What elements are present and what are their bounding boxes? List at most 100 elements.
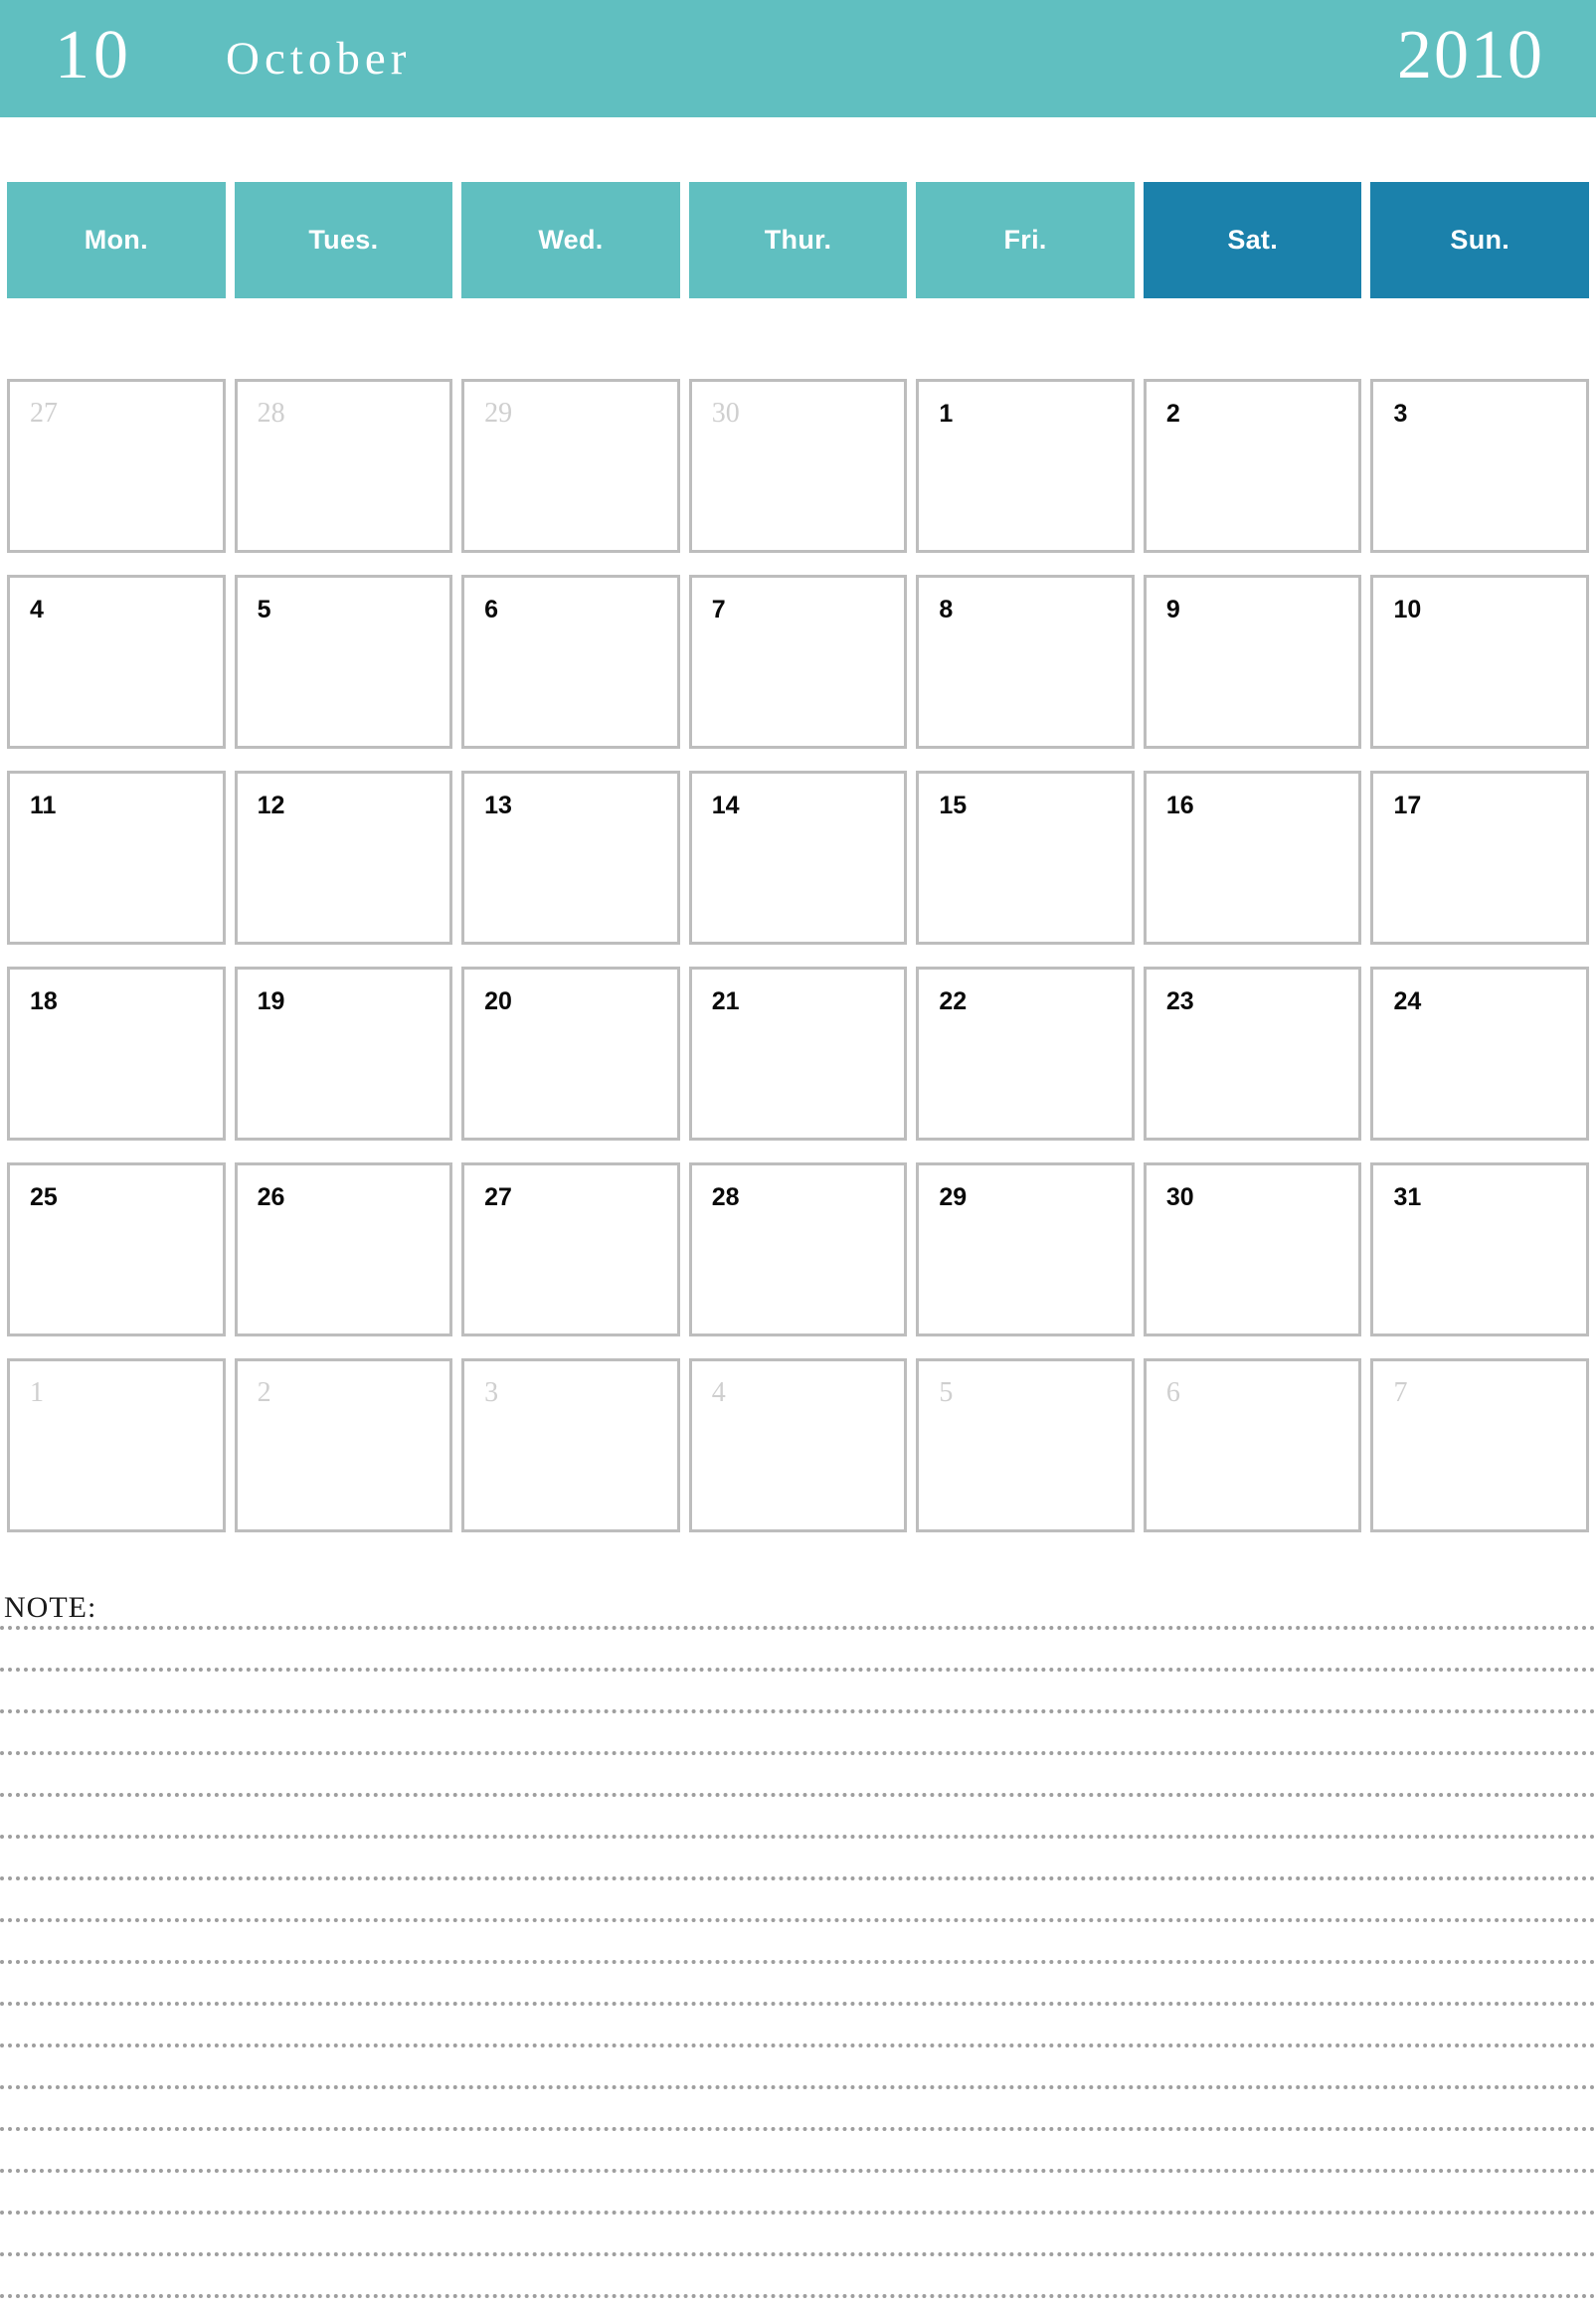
- date-number: 4: [30, 596, 44, 623]
- note-writing-line[interactable]: [0, 1918, 1596, 1922]
- date-cell[interactable]: 12: [234, 771, 453, 945]
- date-cell[interactable]: 28: [234, 379, 453, 553]
- date-number: 7: [711, 596, 726, 623]
- note-label: NOTE:: [4, 1591, 97, 1624]
- calendar-date-grid: 27 28 29 30 1 2 3 4 5 6 7 8 9 10 11 12 13 14 15 16 17 18 19 20 2…: [7, 379, 1590, 1554]
- calendar-week-row: 11 12 13 14 15 16 17: [7, 771, 1590, 945]
- date-cell[interactable]: 8: [916, 575, 1135, 749]
- calendar-page: 10 October 2010 Mon. Tues. Wed. Thur. Fri. Sa…: [0, 0, 1596, 2310]
- date-cell[interactable]: 27: [461, 1162, 680, 1336]
- note-writing-line[interactable]: [0, 1876, 1596, 1880]
- date-cell[interactable]: 30: [1143, 1162, 1362, 1336]
- date-cell[interactable]: 15: [916, 771, 1135, 945]
- date-number: 12: [257, 792, 285, 819]
- date-cell[interactable]: 26: [234, 1162, 453, 1336]
- date-cell[interactable]: 30: [688, 379, 908, 553]
- date-cell[interactable]: 17: [1370, 771, 1590, 945]
- date-cell[interactable]: 13: [461, 771, 680, 945]
- weekday-header-sat: Sat.: [1143, 182, 1362, 298]
- weekday-header-wed: Wed.: [461, 182, 680, 298]
- weekday-label: Tues.: [308, 225, 379, 255]
- date-cell[interactable]: 16: [1143, 771, 1362, 945]
- date-cell[interactable]: 10: [1370, 575, 1590, 749]
- date-number: 18: [30, 987, 58, 1015]
- note-writing-line[interactable]: [0, 1626, 1596, 1630]
- date-number: 31: [1393, 1183, 1422, 1211]
- date-number: 10: [1393, 596, 1422, 623]
- date-cell[interactable]: 29: [461, 379, 680, 553]
- date-cell[interactable]: 7: [1370, 1358, 1590, 1532]
- note-writing-line[interactable]: [0, 2211, 1596, 2215]
- date-cell[interactable]: 31: [1370, 1162, 1590, 1336]
- date-number: 16: [1165, 792, 1194, 819]
- date-cell[interactable]: 25: [7, 1162, 226, 1336]
- calendar-week-row: 1 2 3 4 5 6 7: [7, 1358, 1590, 1532]
- note-writing-line[interactable]: [0, 2169, 1596, 2173]
- date-cell[interactable]: 4: [7, 575, 226, 749]
- date-cell[interactable]: 4: [688, 1358, 908, 1532]
- date-cell[interactable]: 29: [916, 1162, 1135, 1336]
- note-writing-line[interactable]: [0, 1751, 1596, 1755]
- date-cell[interactable]: 6: [1143, 1358, 1362, 1532]
- date-cell[interactable]: 27: [7, 379, 226, 553]
- weekday-label: Sat.: [1227, 225, 1279, 255]
- note-writing-line[interactable]: [0, 1793, 1596, 1797]
- note-writing-line[interactable]: [0, 1960, 1596, 1964]
- date-cell[interactable]: 18: [7, 967, 226, 1141]
- date-cell[interactable]: 9: [1143, 575, 1362, 749]
- note-writing-line[interactable]: [0, 2085, 1596, 2089]
- date-cell[interactable]: 24: [1370, 967, 1590, 1141]
- date-cell[interactable]: 22: [916, 967, 1135, 1141]
- date-cell[interactable]: 1: [7, 1358, 226, 1532]
- date-number: 3: [1393, 400, 1408, 428]
- month-name: October: [226, 33, 412, 85]
- note-writing-line[interactable]: [0, 1835, 1596, 1839]
- calendar-title-banner: 10 October 2010: [0, 0, 1596, 117]
- date-number: 19: [257, 987, 285, 1015]
- date-number: 2: [257, 1377, 271, 1408]
- weekday-label: Fri.: [1003, 225, 1047, 255]
- date-cell[interactable]: 7: [688, 575, 908, 749]
- date-number: 24: [1393, 987, 1422, 1015]
- date-cell[interactable]: 1: [916, 379, 1135, 553]
- year-label: 2010: [1397, 17, 1544, 93]
- date-number: 8: [939, 596, 954, 623]
- date-number: 22: [939, 987, 968, 1015]
- weekday-label: Thur.: [764, 225, 832, 255]
- weekday-label: Mon.: [84, 225, 148, 255]
- date-number: 11: [30, 792, 57, 819]
- date-cell[interactable]: 5: [234, 575, 453, 749]
- date-cell[interactable]: 5: [916, 1358, 1135, 1532]
- weekday-header-thur: Thur.: [688, 182, 908, 298]
- note-writing-line[interactable]: [0, 1668, 1596, 1672]
- date-cell[interactable]: 19: [234, 967, 453, 1141]
- date-number: 9: [1165, 596, 1180, 623]
- date-cell[interactable]: 6: [461, 575, 680, 749]
- date-cell[interactable]: 28: [688, 1162, 908, 1336]
- date-number: 29: [939, 1183, 968, 1211]
- date-number: 5: [939, 1377, 954, 1408]
- note-writing-line[interactable]: [0, 2252, 1596, 2256]
- date-cell[interactable]: 23: [1143, 967, 1362, 1141]
- date-number: 17: [1393, 792, 1422, 819]
- date-cell[interactable]: 3: [461, 1358, 680, 1532]
- note-writing-line[interactable]: [0, 2127, 1596, 2131]
- date-number: 30: [1165, 1183, 1194, 1211]
- date-cell[interactable]: 11: [7, 771, 226, 945]
- weekday-header-sun: Sun.: [1370, 182, 1590, 298]
- date-cell[interactable]: 14: [688, 771, 908, 945]
- note-writing-line[interactable]: [0, 2043, 1596, 2047]
- note-lines[interactable]: [0, 1626, 1596, 2310]
- date-cell[interactable]: 2: [1143, 379, 1362, 553]
- note-writing-line[interactable]: [0, 2002, 1596, 2006]
- date-number: 28: [711, 1183, 740, 1211]
- date-number: 5: [257, 596, 271, 623]
- date-cell[interactable]: 20: [461, 967, 680, 1141]
- note-writing-line[interactable]: [0, 1709, 1596, 1713]
- date-cell[interactable]: 3: [1370, 379, 1590, 553]
- note-writing-line[interactable]: [0, 2294, 1596, 2298]
- date-cell[interactable]: 2: [234, 1358, 453, 1532]
- date-number: 1: [939, 400, 954, 428]
- date-cell[interactable]: 21: [688, 967, 908, 1141]
- date-number: 6: [1165, 1377, 1180, 1408]
